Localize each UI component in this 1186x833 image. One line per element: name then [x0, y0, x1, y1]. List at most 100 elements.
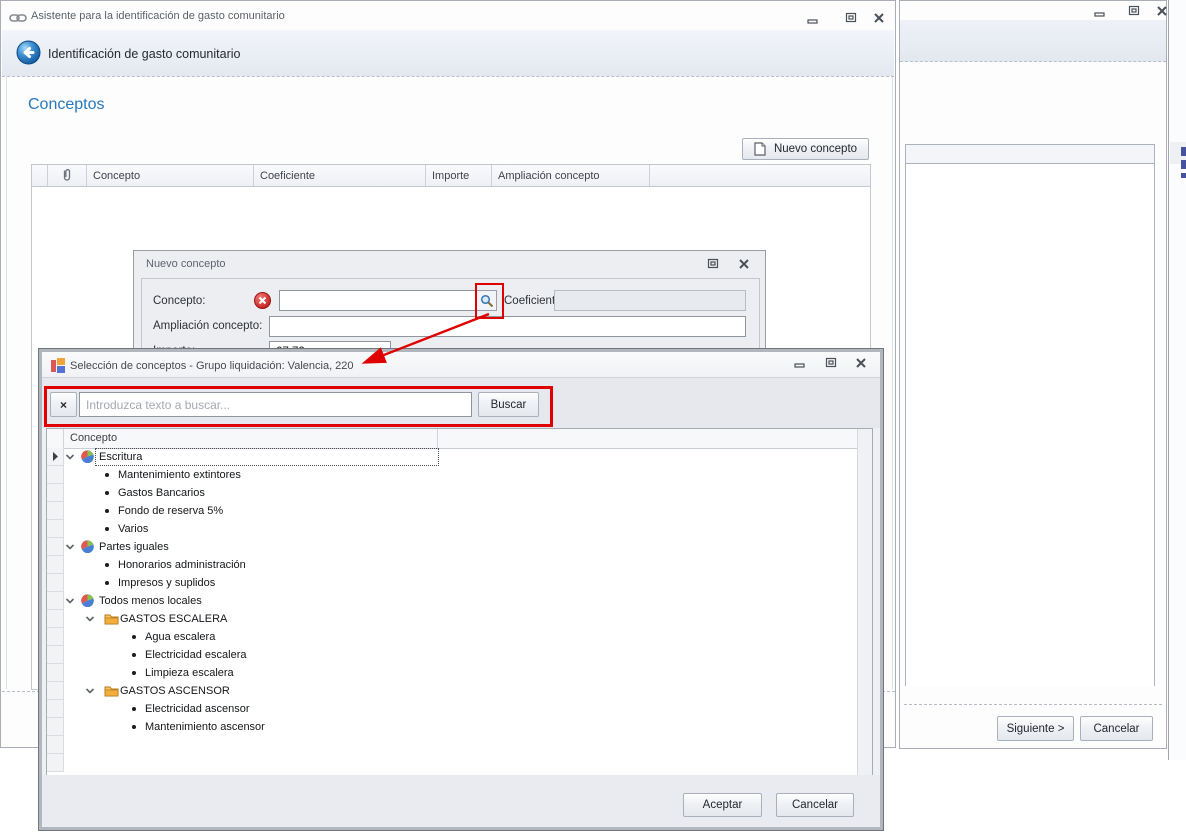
background-table-header	[905, 144, 1155, 164]
minimize-button[interactable]	[790, 357, 808, 371]
footer-separator	[904, 704, 1162, 705]
sliver-mark	[1181, 160, 1186, 169]
tree-row[interactable]: Todos menos locales	[64, 592, 437, 610]
cancelar-label: Cancelar	[791, 799, 839, 811]
clear-search-label: ×	[59, 397, 67, 412]
tree-row[interactable]: Escritura	[64, 448, 439, 466]
bullet-icon	[132, 725, 136, 729]
tree-node-label: Mantenimiento ascensor	[145, 721, 265, 733]
restore-icon	[845, 12, 857, 23]
pie-chart-icon	[81, 450, 94, 463]
bullet-icon	[132, 635, 136, 639]
row-selector-cell[interactable]	[47, 556, 64, 574]
row-selector-header	[32, 165, 48, 186]
cancelar-button[interactable]: Cancelar	[1080, 716, 1153, 741]
back-arrow-icon	[16, 40, 41, 65]
error-icon	[254, 292, 271, 314]
pie-chart-icon	[81, 594, 94, 607]
attachment-column-header[interactable]	[48, 165, 87, 186]
tree-row[interactable]: Limpieza escalera	[64, 664, 437, 682]
tree-node-label: Electricidad escalera	[145, 649, 247, 661]
minimize-button[interactable]	[803, 13, 821, 27]
restore-icon	[707, 258, 719, 269]
row-selector-cell[interactable]	[47, 466, 64, 484]
minimize-icon	[793, 363, 805, 368]
row-selector-cell[interactable]	[47, 700, 64, 718]
row-selector-cell[interactable]	[47, 682, 64, 700]
row-selector-cell[interactable]	[47, 502, 64, 520]
row-selector-cell[interactable]	[47, 520, 64, 538]
back-button[interactable]	[16, 40, 41, 70]
tree-scrollbar[interactable]	[857, 429, 872, 776]
tree-node-label: Honorarios administración	[118, 559, 246, 571]
row-selector-cell[interactable]	[47, 610, 64, 628]
close-button[interactable]	[870, 11, 888, 25]
close-button[interactable]	[852, 356, 870, 370]
row-selector-cell[interactable]	[47, 574, 64, 592]
concepto-label: Concepto:	[153, 295, 206, 307]
tree-row[interactable]: Partes iguales	[64, 538, 437, 556]
bullet-icon	[132, 707, 136, 711]
bullet-icon	[105, 527, 109, 531]
close-icon	[739, 259, 749, 269]
row-selector-cell[interactable]	[47, 718, 64, 736]
tree-row[interactable]: Varios	[64, 520, 437, 538]
tree-row[interactable]: Honorarios administración	[64, 556, 437, 574]
tree-row[interactable]: Fondo de reserva 5%	[64, 502, 437, 520]
selection-titlebar[interactable]: Selección de conceptos - Grupo liquidaci…	[42, 352, 880, 377]
concepto-input[interactable]	[279, 290, 476, 311]
tree-row[interactable]: Electricidad escalera	[64, 646, 437, 664]
tree-row[interactable]: Gastos Bancarios	[64, 484, 437, 502]
row-selector-cell[interactable]	[47, 646, 64, 664]
maximize-button[interactable]	[822, 356, 840, 370]
tree-node-label: Electricidad ascensor	[145, 703, 250, 715]
search-input[interactable]	[79, 392, 472, 417]
row-selector-cell[interactable]	[47, 628, 64, 646]
column-header-importe[interactable]: Importe	[426, 165, 492, 186]
tree-node-label: Todos menos locales	[99, 595, 202, 607]
aceptar-label: Aceptar	[702, 799, 743, 811]
new-concept-button[interactable]: Nuevo concepto	[742, 138, 869, 160]
row-selector-cell[interactable]	[47, 448, 64, 466]
row-selector-cell[interactable]	[47, 754, 64, 772]
folder-icon	[104, 614, 119, 625]
wizard-header-title: Identificación de gasto comunitario	[48, 47, 241, 61]
tree-row[interactable]: Impresos y suplidos	[64, 574, 437, 592]
siguiente-button[interactable]: Siguiente >	[997, 716, 1074, 741]
tree-row[interactable]: Electricidad ascensor	[64, 700, 437, 718]
window-title: Asistente para la identificación de gast…	[31, 10, 285, 22]
ampliacion-input[interactable]	[269, 316, 746, 337]
row-selector-cell[interactable]	[47, 592, 64, 610]
tree-row[interactable]: Mantenimiento ascensor	[64, 718, 437, 736]
column-header-ampliacion[interactable]: Ampliación concepto	[492, 165, 650, 186]
row-selector-cell[interactable]	[47, 664, 64, 682]
close-button[interactable]	[735, 257, 753, 271]
ampliacion-label: Ampliación concepto:	[153, 320, 263, 332]
cancelar-button[interactable]: Cancelar	[776, 793, 854, 817]
wizard-header-band: Identificación de gasto comunitario	[2, 30, 894, 77]
maximize-button[interactable]	[704, 257, 722, 271]
aceptar-button[interactable]: Aceptar	[683, 793, 762, 817]
concepto-lookup-button[interactable]	[477, 290, 497, 311]
edge-window-sliver	[1168, 0, 1186, 760]
tree-column-header[interactable]: Concepto	[70, 432, 117, 444]
buscar-button[interactable]: Buscar	[478, 392, 539, 417]
tree-row[interactable]: GASTOS ESCALERA	[64, 610, 437, 628]
tree-node-label: Escritura	[99, 451, 143, 463]
minimize-icon	[1093, 12, 1105, 17]
column-header-concepto[interactable]: Concepto	[87, 165, 254, 186]
row-selector-cell[interactable]	[47, 538, 64, 556]
column-header-coeficiente[interactable]: Coeficiente	[254, 165, 426, 186]
clear-search-button[interactable]: ×	[50, 392, 77, 417]
tree-row[interactable]: Mantenimiento extintores	[64, 466, 437, 484]
row-selector-cell[interactable]	[47, 736, 64, 754]
row-selector-cell[interactable]	[47, 484, 64, 502]
tree-row[interactable]: Agua escalera	[64, 628, 437, 646]
new-document-icon	[754, 142, 766, 156]
maximize-button[interactable]	[1125, 4, 1143, 18]
maximize-button[interactable]	[842, 11, 860, 25]
minimize-button[interactable]	[1090, 6, 1108, 20]
link-icon	[9, 11, 27, 29]
tree-row[interactable]: GASTOS ASCENSOR	[64, 682, 437, 700]
bullet-icon	[105, 473, 109, 477]
